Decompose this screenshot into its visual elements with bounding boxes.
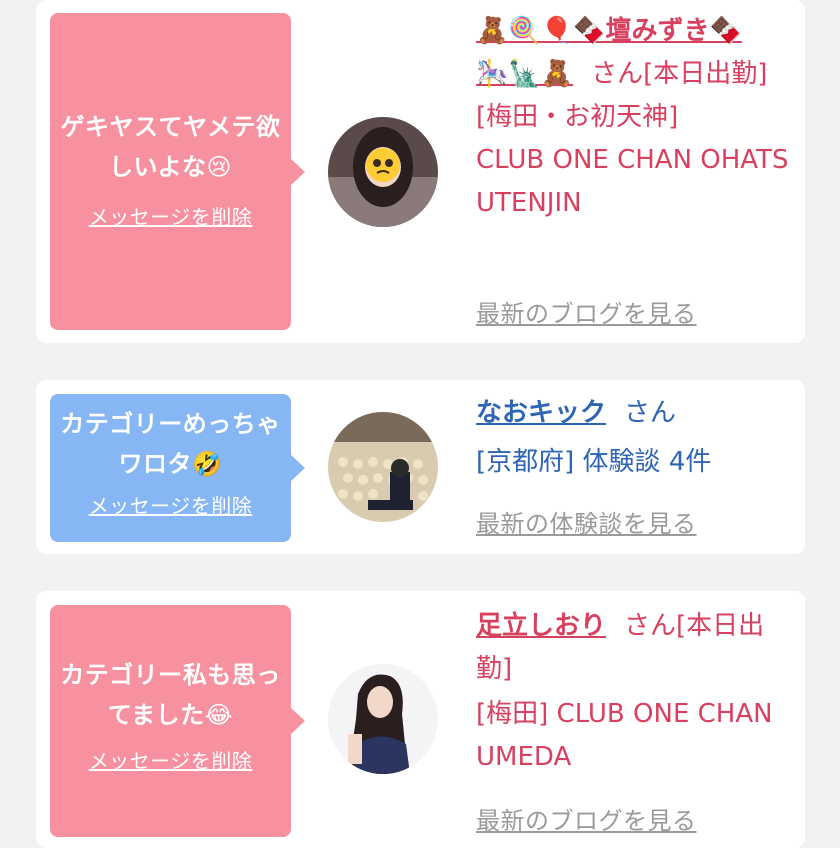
location: [梅田・お初天神] <box>476 102 679 132</box>
latest-blog-link[interactable]: 最新のブログを見る <box>476 801 697 836</box>
message-bubble: カテゴリーめっちゃワロタ🤣 メッセージを削除 <box>50 394 305 542</box>
message-text: カテゴリー私も思ってました😂 <box>60 661 281 729</box>
profile-detail: [京都府] 体験談 4件 <box>476 447 712 477</box>
message-bubble: カテゴリー私も思ってました😂 メッセージを削除 <box>50 605 305 837</box>
message-card: カテゴリー私も思ってました😂 メッセージを削除 足立しおり さん[本日出勤] [梅… <box>36 591 805 848</box>
delete-message-link[interactable]: メッセージを削除 <box>89 745 253 774</box>
delete-message-link[interactable]: メッセージを削除 <box>89 201 253 230</box>
honorific: さん <box>591 59 644 89</box>
avatar[interactable] <box>328 412 438 522</box>
work-status: [本日出勤] <box>643 59 768 89</box>
profile-name-emoji[interactable]: 🎠🗽🧸 <box>476 59 573 89</box>
latest-review-link[interactable]: 最新の体験談を見る <box>476 504 697 539</box>
honorific: さん <box>624 611 677 641</box>
message-card: ゲキヤスてヤメテ欲しいよな😢 メッセージを削除 🧸🍭🎈🍫壇みずき🍫 🎠🗽🧸 さん[… <box>36 0 805 343</box>
message-card: カテゴリーめっちゃワロタ🤣 メッセージを削除 なおキック さん [京都府] 体験談… <box>36 380 805 554</box>
message-bubble: ゲキヤスてヤメテ欲しいよな😢 メッセージを削除 <box>50 13 305 330</box>
message-text: ゲキヤスてヤメテ欲しいよな😢 <box>60 113 281 181</box>
profile-info: 🧸🍭🎈🍫壇みずき🍫 🎠🗽🧸 さん[本日出勤] [梅田・お初天神] CLUB ONE… <box>476 10 791 225</box>
avatar[interactable] <box>328 664 438 774</box>
message-text: カテゴリーめっちゃワロタ🤣 <box>60 410 281 478</box>
shop-name: [梅田] CLUB ONE CHAN UMEDA <box>476 699 773 772</box>
profile-name[interactable]: なおキック <box>476 398 606 428</box>
honorific: さん <box>624 398 677 428</box>
avatar[interactable] <box>328 117 438 227</box>
profile-name[interactable]: 🧸🍭🎈🍫壇みずき🍫 <box>476 10 791 53</box>
profile-info: 足立しおり さん[本日出勤] [梅田] CLUB ONE CHAN UMEDA <box>476 605 791 779</box>
latest-blog-link[interactable]: 最新のブログを見る <box>476 294 697 329</box>
shop-name: CLUB ONE CHAN OHATSUTENJIN <box>476 145 789 218</box>
profile-name[interactable]: 足立しおり <box>476 611 606 641</box>
profile-info: なおキック さん [京都府] 体験談 4件 <box>476 392 791 484</box>
delete-message-link[interactable]: メッセージを削除 <box>89 490 253 519</box>
